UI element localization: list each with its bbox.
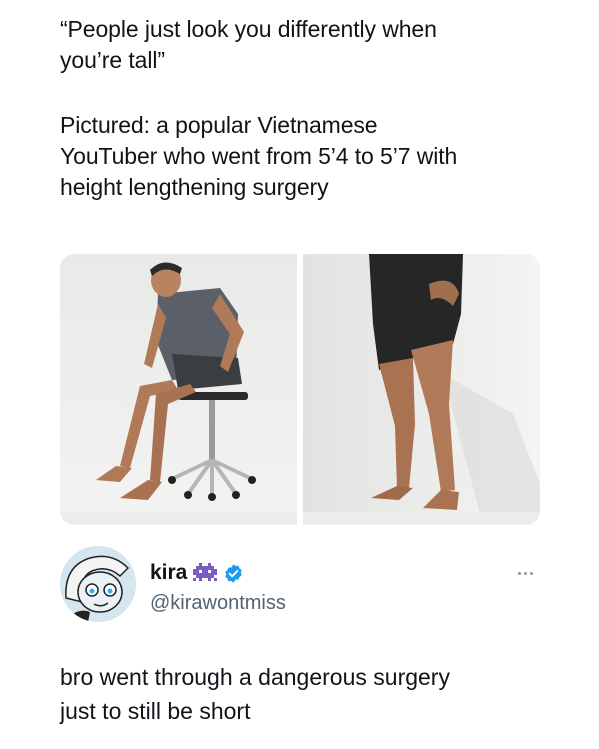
caption-line: height lengthening surgery [60, 174, 329, 200]
media-grid[interactable] [60, 254, 540, 525]
photo-seated-man[interactable] [60, 254, 297, 525]
photo-legs[interactable] [303, 254, 540, 525]
quote-line: you’re tall” [60, 47, 165, 73]
reply-text: bro went through a dangerous surgery jus… [60, 660, 540, 728]
name-row: kira [150, 561, 244, 585]
reply-line: bro went through a dangerous surgery [60, 664, 450, 690]
verified-badge-icon [223, 563, 244, 584]
quote-line: “People just look you differently when [60, 16, 437, 42]
alien-monster-icon [193, 563, 218, 583]
caption-line: Pictured: a popular Vietnamese [60, 112, 378, 138]
author-row: kira @kirawontmiss [60, 546, 540, 622]
reply-line: just to still be short [60, 698, 251, 724]
display-name[interactable]: kira [150, 561, 187, 585]
avatar[interactable] [60, 546, 136, 622]
more-options-icon[interactable] [510, 566, 540, 580]
user-handle[interactable]: @kirawontmiss [150, 592, 286, 615]
quoted-post-text: “People just look you differently when y… [60, 14, 540, 203]
caption-line: YouTuber who went from 5’4 to 5’7 with [60, 143, 458, 169]
